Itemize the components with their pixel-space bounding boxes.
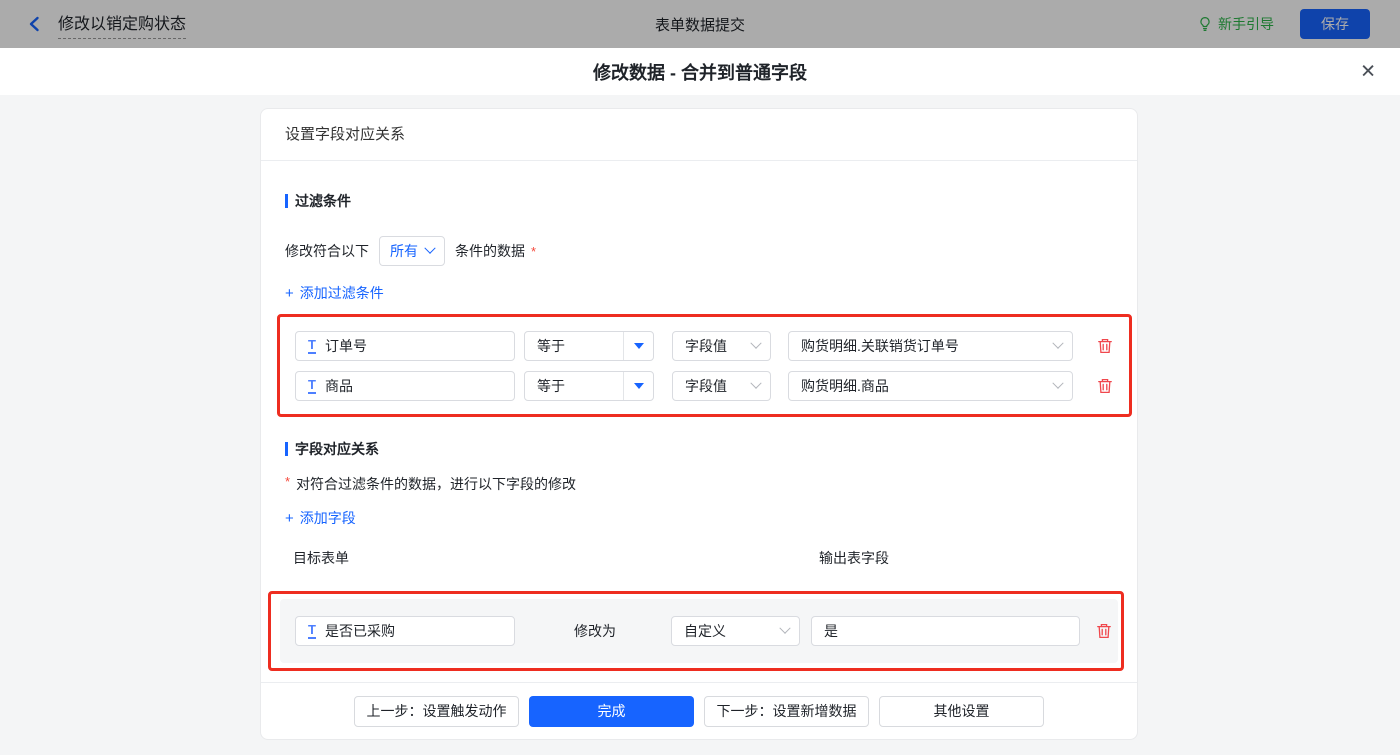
field-mapping-panel: 设置字段对应关系 过滤条件 修改符合以下 所有 条件的数据 * + 添加过滤条件 — [260, 108, 1138, 740]
delete-condition-icon[interactable] — [1096, 377, 1114, 395]
target-field-select[interactable]: T 是否已采购 — [295, 616, 515, 646]
filter-section-title: 过滤条件 — [285, 191, 1113, 211]
mapping-description: * 对符合过滤条件的数据，进行以下字段的修改 — [285, 474, 1113, 494]
modal-dim-mask — [0, 0, 1400, 48]
text-field-type-icon: T — [308, 622, 316, 639]
filter-operator-select[interactable]: 等于 — [524, 331, 654, 361]
chevron-down-icon — [750, 377, 762, 389]
filter-match-line: 修改符合以下 所有 条件的数据 * — [285, 236, 1113, 266]
value-mode-select[interactable]: 自定义 — [671, 616, 800, 646]
output-field-column-label: 输出表字段 — [819, 550, 889, 566]
panel-footer: 上一步：设置触发动作 完成 下一步：设置新增数据 其他设置 — [261, 682, 1137, 739]
section-accent-bar — [285, 442, 288, 456]
triangle-down-icon — [633, 383, 644, 389]
required-mark: * — [285, 474, 291, 489]
chevron-down-icon — [779, 622, 791, 634]
filter-conditions-highlight-box: T 订单号 等于 字段值 购货明细.关联销货订单号 T 商品 等于 字段值 购货… — [277, 314, 1132, 417]
add-field-label: 添加字段 — [299, 510, 356, 526]
panel-header: 设置字段对应关系 — [261, 109, 1137, 161]
add-field-link[interactable]: + 添加字段 — [285, 508, 356, 528]
filter-value-source-select[interactable]: 购货明细.商品 — [788, 371, 1073, 401]
mapping-section-title: 字段对应关系 — [285, 439, 1113, 459]
triangle-down-icon — [633, 343, 644, 349]
modal-header: 修改数据 - 合并到普通字段 ✕ — [0, 48, 1400, 95]
chevron-down-icon — [1052, 377, 1064, 389]
filter-value-type-select[interactable]: 字段值 — [672, 331, 771, 361]
other-settings-button[interactable]: 其他设置 — [879, 695, 1044, 727]
chevron-down-icon — [424, 242, 436, 254]
filter-operator-select[interactable]: 等于 — [524, 371, 654, 401]
filter-field-select[interactable]: T 商品 — [295, 371, 515, 401]
match-prefix-text: 修改符合以下 — [285, 243, 369, 259]
mapping-column-headers: 目标表单 输出表字段 — [285, 546, 1113, 566]
next-step-button[interactable]: 下一步：设置新增数据 — [704, 695, 869, 727]
field-mapping-row: T 是否已采购 修改为 自定义 — [280, 599, 1118, 663]
delete-field-icon[interactable] — [1095, 622, 1113, 640]
field-mapping-highlight-box: T 是否已采购 修改为 自定义 — [268, 591, 1124, 671]
filter-field-select[interactable]: T 订单号 — [295, 331, 515, 361]
chevron-down-icon — [750, 337, 762, 349]
section-accent-bar — [285, 194, 288, 208]
text-field-type-icon: T — [308, 377, 316, 394]
modal-body: 设置字段对应关系 过滤条件 修改符合以下 所有 条件的数据 * + 添加过滤条件 — [0, 95, 1400, 755]
panel-body: 过滤条件 修改符合以下 所有 条件的数据 * + 添加过滤条件 T 订单号 等于… — [261, 191, 1137, 671]
match-suffix-text: 条件的数据 — [455, 243, 525, 259]
target-form-column-label: 目标表单 — [293, 550, 349, 566]
top-bar: 修改以销定购状态 表单数据提交 新手引导 保存 — [0, 0, 1400, 48]
filter-value-type-select[interactable]: 字段值 — [672, 371, 771, 401]
plus-icon: + — [285, 284, 294, 302]
dropdown-arrow-cell — [623, 372, 653, 400]
match-mode-select[interactable]: 所有 — [379, 236, 445, 266]
close-icon[interactable]: ✕ — [1360, 62, 1376, 81]
filter-condition-row: T 商品 等于 字段值 购货明细.商品 — [295, 371, 1129, 401]
prev-step-button[interactable]: 上一步：设置触发动作 — [354, 695, 519, 727]
filter-condition-row: T 订单号 等于 字段值 购货明细.关联销货订单号 — [295, 331, 1129, 361]
custom-value-input[interactable] — [811, 616, 1080, 646]
modal-title: 修改数据 - 合并到普通字段 — [593, 62, 807, 83]
mapping-description-text: 对符合过滤条件的数据，进行以下字段的修改 — [296, 476, 577, 492]
chevron-down-icon — [1052, 337, 1064, 349]
dropdown-arrow-cell — [623, 332, 653, 360]
delete-condition-icon[interactable] — [1096, 337, 1114, 355]
match-mode-value: 所有 — [390, 243, 418, 259]
modify-to-label: 修改为 — [574, 623, 616, 639]
filter-value-source-select[interactable]: 购货明细.关联销货订单号 — [788, 331, 1073, 361]
add-filter-condition-label: 添加过滤条件 — [299, 285, 384, 301]
text-field-type-icon: T — [308, 337, 316, 354]
required-mark: * — [531, 243, 537, 259]
done-button[interactable]: 完成 — [529, 695, 694, 727]
add-filter-condition-link[interactable]: + 添加过滤条件 — [285, 283, 384, 303]
plus-icon: + — [285, 509, 294, 527]
